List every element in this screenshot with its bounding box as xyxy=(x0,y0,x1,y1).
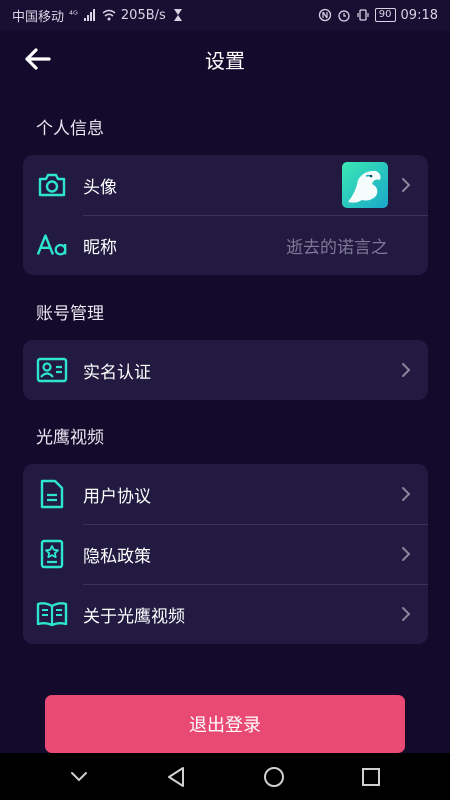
arrow-left-icon xyxy=(25,48,51,70)
page-title: 设置 xyxy=(205,48,245,73)
avatar[interactable] xyxy=(342,162,388,208)
clock: 09:18 xyxy=(400,7,438,23)
chevron-right-icon xyxy=(402,363,411,377)
account-card: 实名认证 xyxy=(23,340,428,400)
avatar-row[interactable]: 头像 xyxy=(23,155,428,215)
network-speed: 205B/s xyxy=(120,7,166,23)
section-title-app: 光鹰视频 xyxy=(36,428,104,448)
nickname-row[interactable]: 昵称 逝去的诺言之 xyxy=(23,215,428,275)
section-title-account: 账号管理 xyxy=(36,304,104,324)
back-button[interactable] xyxy=(20,43,54,75)
section-title-personal: 个人信息 xyxy=(36,119,104,139)
chevron-right-icon xyxy=(402,487,411,501)
circle-home-icon xyxy=(263,766,284,787)
system-nav-bar xyxy=(0,753,450,800)
app-card: 用户协议 隐私政策 关于光鹰视频 xyxy=(23,464,428,644)
wifi-icon xyxy=(102,9,116,21)
privacy-row[interactable]: 隐私政策 xyxy=(23,524,428,584)
font-aa-icon xyxy=(36,229,68,261)
badge-star-icon xyxy=(36,538,68,570)
avatar-label: 头像 xyxy=(83,177,117,198)
nfc-icon xyxy=(318,8,331,22)
square-recents-icon xyxy=(362,767,381,786)
chevron-right-icon xyxy=(402,607,411,621)
personal-info-card: 头像 昵称 逝去的诺言之 xyxy=(23,155,428,275)
about-row[interactable]: 关于光鹰视频 xyxy=(23,584,428,644)
camera-icon xyxy=(36,169,68,201)
alarm-icon xyxy=(338,10,350,22)
nickname-label: 昵称 xyxy=(83,237,117,258)
open-book-icon xyxy=(36,598,68,630)
signal-icon xyxy=(83,9,95,21)
chevron-right-icon xyxy=(402,547,411,561)
nav-home-button[interactable] xyxy=(254,757,294,797)
agreement-label: 用户协议 xyxy=(83,486,151,507)
nickname-value: 逝去的诺言之 xyxy=(286,237,388,258)
about-label: 关于光鹰视频 xyxy=(83,606,185,627)
privacy-label: 隐私政策 xyxy=(83,546,151,567)
nav-back-button[interactable] xyxy=(156,757,196,797)
realname-label: 实名认证 xyxy=(83,362,151,383)
battery-level: 90 xyxy=(374,8,396,22)
nav-hide-button[interactable] xyxy=(59,757,99,797)
realname-row[interactable]: 实名认证 xyxy=(23,340,428,400)
hourglass-icon xyxy=(173,9,182,21)
agreement-row[interactable]: 用户协议 xyxy=(23,464,428,524)
chevron-right-icon xyxy=(402,178,411,192)
vibrate-icon xyxy=(357,9,369,21)
nav-recents-button[interactable] xyxy=(351,757,391,797)
network-type: ⁴ᴳ xyxy=(69,9,78,21)
document-icon xyxy=(36,478,68,510)
status-bar: 中国移动 ⁴ᴳ 205B/s 90 09:18 xyxy=(0,0,450,30)
app-header: 设置 xyxy=(0,30,450,88)
carrier-label: 中国移动 xyxy=(12,9,65,25)
triangle-back-icon xyxy=(168,766,185,787)
chevron-down-icon xyxy=(70,771,87,781)
logout-button[interactable]: 退出登录 xyxy=(45,695,405,753)
id-card-icon xyxy=(36,354,68,386)
